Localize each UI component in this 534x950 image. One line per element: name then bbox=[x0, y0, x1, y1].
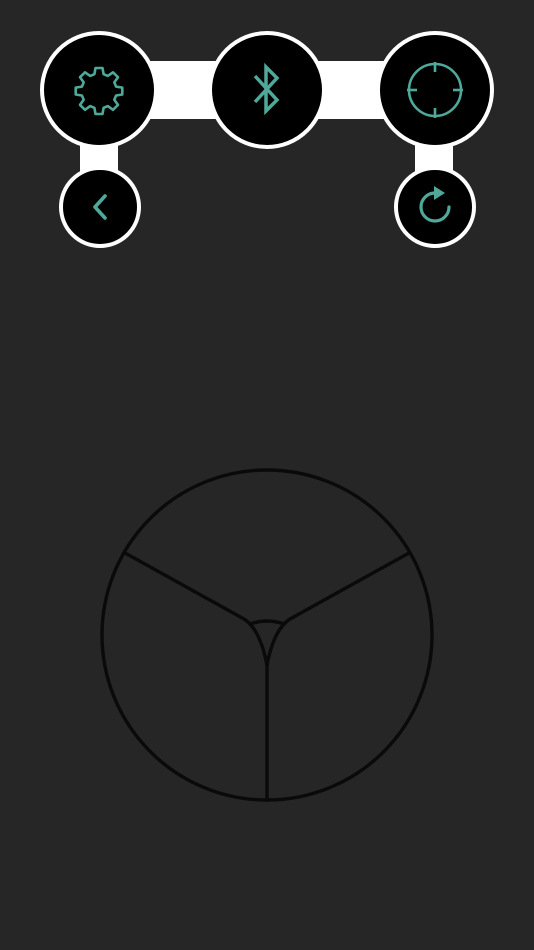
joystick-center-notch bbox=[248, 619, 286, 626]
gear-icon bbox=[72, 63, 126, 117]
joystick-pad[interactable] bbox=[100, 468, 434, 802]
refresh-button[interactable] bbox=[394, 166, 476, 248]
crosshair-icon bbox=[405, 60, 465, 120]
refresh-icon bbox=[414, 186, 456, 228]
joystick-divider-left bbox=[123, 551, 269, 667]
bluetooth-button[interactable] bbox=[208, 31, 326, 149]
back-button[interactable] bbox=[59, 166, 141, 248]
joystick-graphic bbox=[100, 468, 434, 802]
settings-button[interactable] bbox=[40, 31, 158, 149]
bluetooth-icon bbox=[247, 60, 287, 120]
target-button[interactable] bbox=[376, 31, 494, 149]
app-screen bbox=[0, 0, 534, 950]
joystick-divider-right bbox=[265, 551, 411, 667]
chevron-left-icon bbox=[88, 191, 112, 223]
